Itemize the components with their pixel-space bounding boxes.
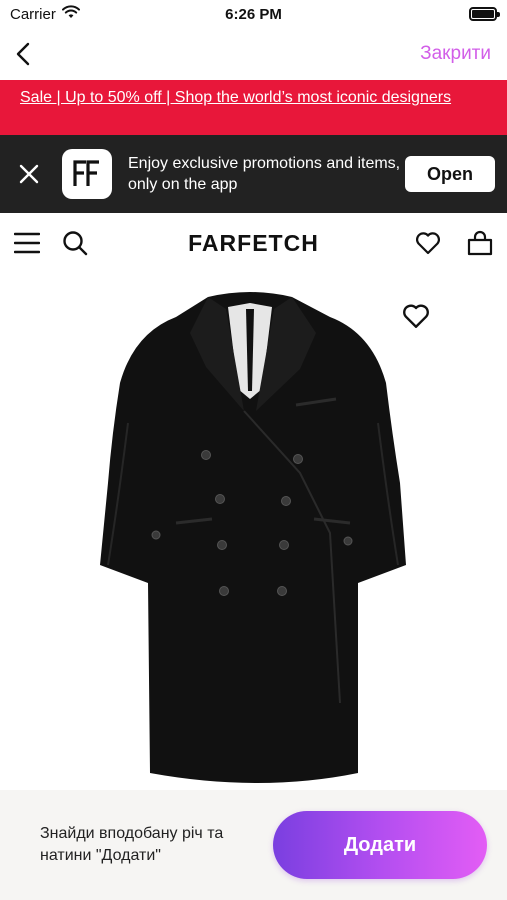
search-icon[interactable] bbox=[62, 230, 88, 256]
sale-banner: Sale | Up to 50% off | Shop the world’s … bbox=[0, 80, 507, 135]
back-chevron-icon bbox=[16, 42, 30, 66]
farfetch-logo-icon bbox=[62, 149, 112, 199]
heart-icon[interactable] bbox=[415, 231, 441, 255]
close-icon[interactable] bbox=[14, 159, 44, 189]
add-hint: Знайди вподобану річ та натини "Додати" bbox=[40, 823, 273, 867]
menu-icon[interactable] bbox=[14, 232, 40, 254]
brand-logo[interactable]: FARFETCH bbox=[164, 230, 343, 257]
site-header: FARFETCH bbox=[0, 213, 507, 273]
product-image-area[interactable] bbox=[0, 273, 507, 790]
bottom-action-bar: Знайди вподобану річ та натини "Додати" … bbox=[0, 790, 507, 900]
header-right bbox=[343, 230, 493, 256]
back-button[interactable] bbox=[16, 34, 46, 74]
status-bar: Carrier 6:26 PM bbox=[0, 0, 507, 28]
carrier-label: Carrier bbox=[10, 5, 56, 23]
add-hint-line-2: натини "Додати" bbox=[40, 847, 161, 864]
status-time: 6:26 PM bbox=[225, 5, 282, 23]
add-button[interactable]: Додати bbox=[273, 811, 487, 879]
battery-fill bbox=[472, 10, 494, 18]
nav-bar: Закрити bbox=[0, 28, 507, 80]
add-hint-line-1: Знайди вподобану річ та bbox=[40, 825, 224, 842]
sale-banner-link[interactable]: Sale | Up to 50% off | Shop the world’s … bbox=[20, 89, 451, 106]
app-promo-text: Enjoy exclusive promotions and items, on… bbox=[128, 155, 401, 193]
status-right bbox=[327, 7, 500, 21]
wifi-icon bbox=[61, 5, 80, 23]
product-coat-image bbox=[100, 292, 406, 783]
open-app-button[interactable]: Open bbox=[405, 156, 495, 192]
battery-icon bbox=[469, 7, 500, 21]
app-promo-banner: Enjoy exclusive promotions and items, on… bbox=[0, 135, 507, 213]
close-link[interactable]: Закрити bbox=[420, 43, 491, 65]
wishlist-heart-icon[interactable] bbox=[402, 303, 430, 334]
status-left: Carrier bbox=[10, 5, 180, 23]
header-left bbox=[14, 230, 164, 256]
shopping-bag-icon[interactable] bbox=[467, 230, 493, 256]
